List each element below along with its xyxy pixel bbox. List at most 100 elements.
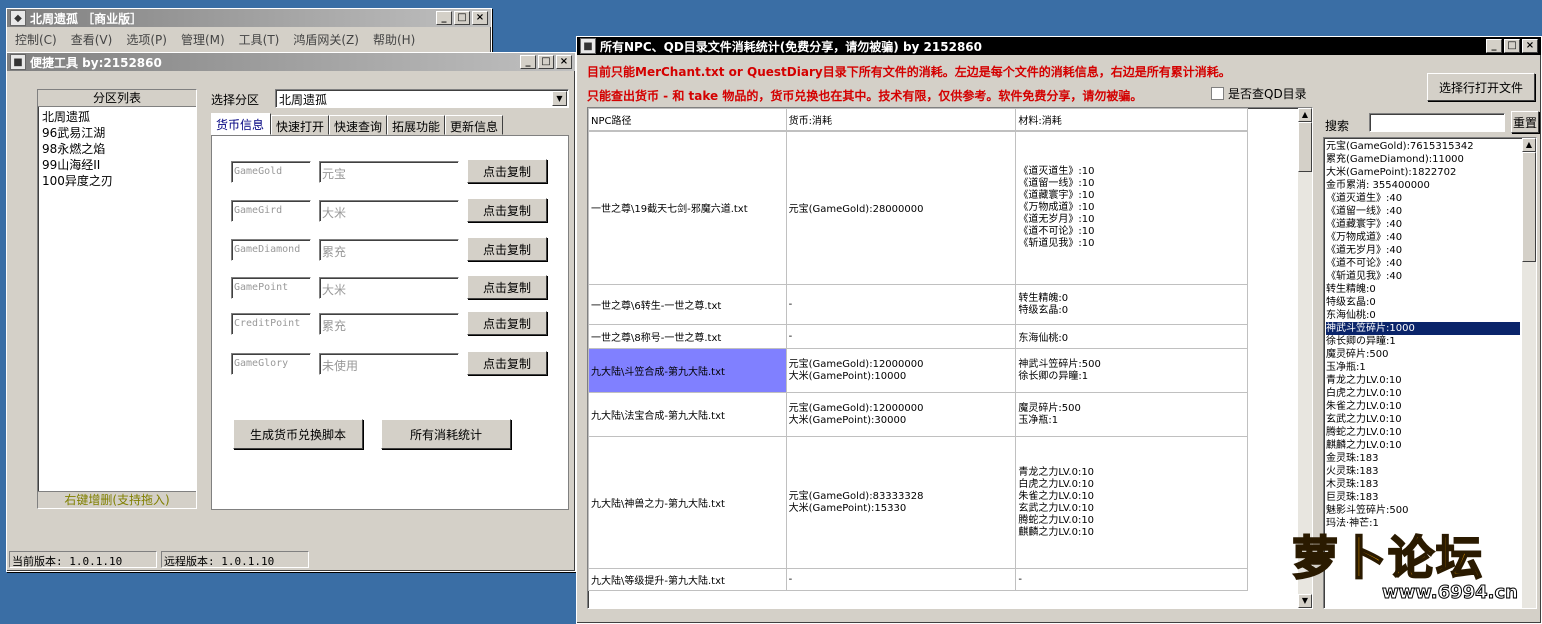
currency-name-field[interactable]: 未使用 <box>319 353 459 375</box>
minimize-button[interactable]: _ <box>436 11 452 25</box>
currency-name-field[interactable]: 累充 <box>319 239 459 261</box>
column-header-currency[interactable]: 货币:消耗 <box>785 108 1017 132</box>
table-row[interactable]: 九大陆\神兽之力-第九大陆.txt 元宝(GameGold):83333328 … <box>588 436 1248 569</box>
table-row[interactable]: 一世之尊\8称号-一世之尊.txt - 东海仙桃:0 <box>588 324 1248 349</box>
region-select[interactable]: 北周遗孤 ▼ <box>275 89 569 108</box>
totals-item[interactable]: 巨灵珠:183 <box>1326 491 1536 504</box>
menu-tools[interactable]: 工具(T) <box>239 31 280 48</box>
totals-item[interactable]: 火灵珠:183 <box>1326 465 1536 478</box>
tool-close-button[interactable]: × <box>556 55 572 69</box>
stats-minimize-button[interactable]: _ <box>1486 39 1502 53</box>
totals-item[interactable]: 《道灭道生》:40 <box>1326 192 1536 205</box>
menu-options[interactable]: 选项(P) <box>126 31 167 48</box>
close-button[interactable]: × <box>472 11 488 25</box>
tab-currency-info[interactable]: 货币信息 <box>211 113 271 135</box>
currency-name-field[interactable]: 累充 <box>319 313 459 335</box>
region-item[interactable]: 北周遗孤 <box>42 109 192 125</box>
tab-quick-query[interactable]: 快速查询 <box>329 115 387 135</box>
totals-item[interactable]: 魅影斗笠碎片:500 <box>1326 504 1536 517</box>
totals-item[interactable]: 木灵珠:183 <box>1326 478 1536 491</box>
table-row[interactable]: 九大陆\法宝合成-第九大陆.txt 元宝(GameGold):12000000 … <box>588 392 1248 437</box>
stats-maximize-button[interactable]: □ <box>1504 39 1520 53</box>
generate-script-button[interactable]: 生成货币兑换脚本 <box>233 419 363 449</box>
currency-code-field[interactable]: GamePoint <box>231 277 311 299</box>
totals-list[interactable]: 元宝(GameGold):7615315342 累充(GameDiamond):… <box>1323 137 1537 609</box>
totals-item[interactable]: 《道无岁月》:40 <box>1326 244 1536 257</box>
chevron-down-icon[interactable]: ▼ <box>552 91 567 106</box>
copy-button[interactable]: 点击复制 <box>467 237 547 261</box>
menu-gateway[interactable]: 鸿盾网关(Z) <box>293 31 359 48</box>
totals-item[interactable]: 青龙之力LV.0:10 <box>1326 374 1536 387</box>
tool-minimize-button[interactable]: _ <box>520 55 536 69</box>
maximize-button[interactable]: □ <box>454 11 470 25</box>
tab-quick-open[interactable]: 快速打开 <box>271 115 329 135</box>
column-header-material[interactable]: 材料:消耗 <box>1015 108 1248 132</box>
totals-item[interactable]: 麒麟之力LV.0:10 <box>1326 439 1536 452</box>
totals-vertical-scrollbar[interactable]: ▲ <box>1522 138 1536 608</box>
totals-item[interactable]: 《万物成道》:40 <box>1326 231 1536 244</box>
tool-maximize-button[interactable]: □ <box>538 55 554 69</box>
copy-button[interactable]: 点击复制 <box>467 351 547 375</box>
currency-code-field[interactable]: CreditPoint <box>231 313 311 335</box>
totals-item[interactable]: 腾蛇之力LV.0:10 <box>1326 426 1536 439</box>
totals-item[interactable]: 元宝(GameGold):7615315342 <box>1326 140 1536 153</box>
totals-item[interactable]: 金灵珠:183 <box>1326 452 1536 465</box>
totals-scroll-up-icon[interactable]: ▲ <box>1522 138 1536 152</box>
totals-item[interactable]: 特级玄晶:0 <box>1326 296 1536 309</box>
table-row[interactable]: 一世之尊\6转生-一世之尊.txt - 转生精魄:0 特级玄晶:0 <box>588 284 1248 325</box>
totals-item[interactable]: 《道留一线》:40 <box>1326 205 1536 218</box>
region-item[interactable]: 100异度之刃 <box>42 173 192 189</box>
currency-code-field[interactable]: GameGird <box>231 200 311 222</box>
totals-scroll-thumb[interactable] <box>1522 152 1536 262</box>
currency-code-field[interactable]: GameGlory <box>231 353 311 375</box>
region-item[interactable]: 96武易江湖 <box>42 125 192 141</box>
menu-manage[interactable]: 管理(M) <box>181 31 225 48</box>
currency-name-field[interactable]: 元宝 <box>319 161 459 183</box>
table-row[interactable]: 九大陆\等级提升-第九大陆.txt - - <box>588 568 1248 591</box>
totals-item[interactable]: 白虎之力LV.0:10 <box>1326 387 1536 400</box>
totals-item[interactable]: 《道藏寰宇》:40 <box>1326 218 1536 231</box>
totals-item[interactable]: 魔灵碎片:500 <box>1326 348 1536 361</box>
open-selected-file-button[interactable]: 选择行打开文件 <box>1427 73 1535 101</box>
totals-item[interactable]: 玄武之力LV.0:10 <box>1326 413 1536 426</box>
copy-button[interactable]: 点击复制 <box>467 275 547 299</box>
table-row[interactable]: 九大陆\斗笠合成-第九大陆.txt 元宝(GameGold):12000000 … <box>588 348 1248 393</box>
stats-close-button[interactable]: × <box>1522 39 1538 53</box>
table-vertical-scrollbar[interactable]: ▲ ▼ <box>1298 108 1312 608</box>
scroll-down-icon[interactable]: ▼ <box>1298 594 1312 608</box>
currency-name-field[interactable]: 大米 <box>319 277 459 299</box>
scroll-up-icon[interactable]: ▲ <box>1298 108 1312 122</box>
totals-item[interactable]: 东海仙桃:0 <box>1326 309 1536 322</box>
totals-item[interactable]: 徐长卿の异瞳:1 <box>1326 335 1536 348</box>
qd-checkbox[interactable]: 是否查QD目录 <box>1211 85 1307 102</box>
currency-code-field[interactable]: GameGold <box>231 161 311 183</box>
totals-item[interactable]: 转生精魄:0 <box>1326 283 1536 296</box>
totals-item-selected[interactable]: 神武斗笠碎片:1000 <box>1326 322 1520 335</box>
region-list[interactable]: 分区列表 北周遗孤 96武易江湖 98永燃之焰 99山海经II 100异度之刃 … <box>37 89 197 509</box>
copy-button[interactable]: 点击复制 <box>467 198 547 222</box>
region-item[interactable]: 99山海经II <box>42 157 192 173</box>
currency-code-field[interactable]: GameDiamond <box>231 239 311 261</box>
search-input[interactable] <box>1369 113 1505 132</box>
totals-item[interactable]: 金币累消: 355400000 <box>1326 179 1536 192</box>
totals-item[interactable]: 累充(GameDiamond):11000 <box>1326 153 1536 166</box>
all-consumption-stats-button[interactable]: 所有消耗统计 <box>381 419 511 449</box>
currency-name-field[interactable]: 大米 <box>319 200 459 222</box>
copy-button[interactable]: 点击复制 <box>467 311 547 335</box>
column-header-npc-path[interactable]: NPC路径 <box>588 108 787 132</box>
totals-item[interactable]: 朱雀之力LV.0:10 <box>1326 400 1536 413</box>
menu-help[interactable]: 帮助(H) <box>373 31 415 48</box>
region-item[interactable]: 98永燃之焰 <box>42 141 192 157</box>
totals-item[interactable]: 《斩道见我》:40 <box>1326 270 1536 283</box>
totals-item[interactable]: 玉净瓶:1 <box>1326 361 1536 374</box>
checkbox-box[interactable] <box>1211 87 1224 100</box>
scroll-thumb[interactable] <box>1298 122 1312 172</box>
totals-item[interactable]: 玛法·神芒:1 <box>1326 517 1536 530</box>
menu-view[interactable]: 查看(V) <box>71 31 113 48</box>
copy-button[interactable]: 点击复制 <box>467 159 547 183</box>
table-row[interactable]: 一世之尊\19截天七剑-邪魔六道.txt 元宝(GameGold):280000… <box>588 130 1248 285</box>
tab-update-info[interactable]: 更新信息 <box>445 115 503 135</box>
totals-item[interactable]: 《道不可论》:40 <box>1326 257 1536 270</box>
totals-item[interactable]: 大米(GamePoint):1822702 <box>1326 166 1536 179</box>
menu-control[interactable]: 控制(C) <box>15 31 57 48</box>
